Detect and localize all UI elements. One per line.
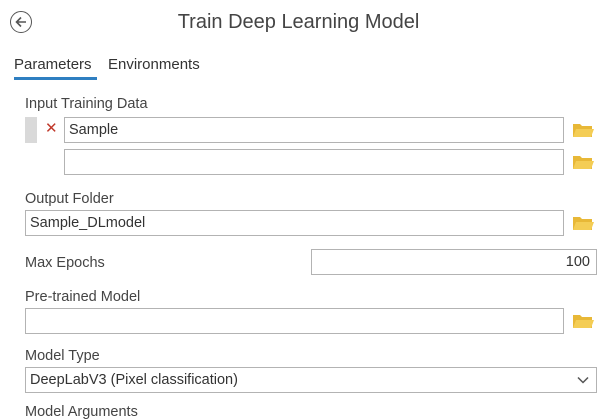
page-title: Train Deep Learning Model [177,11,420,33]
output-folder-label: Output Folder [25,191,114,207]
model-type-value: DeepLabV3 (Pixel classification) [30,372,238,388]
pretrained-model-field[interactable] [25,308,564,334]
output-folder-field[interactable]: Sample_DLmodel [25,210,564,236]
tab-parameters[interactable]: Parameters [14,56,92,73]
input-training-data-field-2[interactable] [64,149,564,175]
model-arguments-label: Model Arguments [25,404,138,420]
remove-row-icon[interactable]: ✕ [45,121,58,137]
folder-browse-icon[interactable] [572,153,594,176]
active-tab-indicator [14,77,97,80]
pretrained-model-label: Pre-trained Model [25,289,141,305]
max-epochs-field[interactable]: 100 [311,249,597,275]
max-epochs-label: Max Epochs [25,255,105,271]
input-training-data-label: Input Training Data [25,96,148,112]
chevron-down-icon [577,376,589,384]
model-type-label: Model Type [25,348,100,364]
tab-environments[interactable]: Environments [108,56,200,73]
input-training-data-field-1[interactable]: Sample [64,117,564,143]
model-type-select[interactable]: DeepLabV3 (Pixel classification) [25,367,597,393]
folder-browse-icon[interactable] [572,214,594,237]
folder-browse-icon[interactable] [572,312,594,335]
folder-browse-icon[interactable] [572,121,594,144]
row-drag-handle[interactable] [25,117,37,143]
